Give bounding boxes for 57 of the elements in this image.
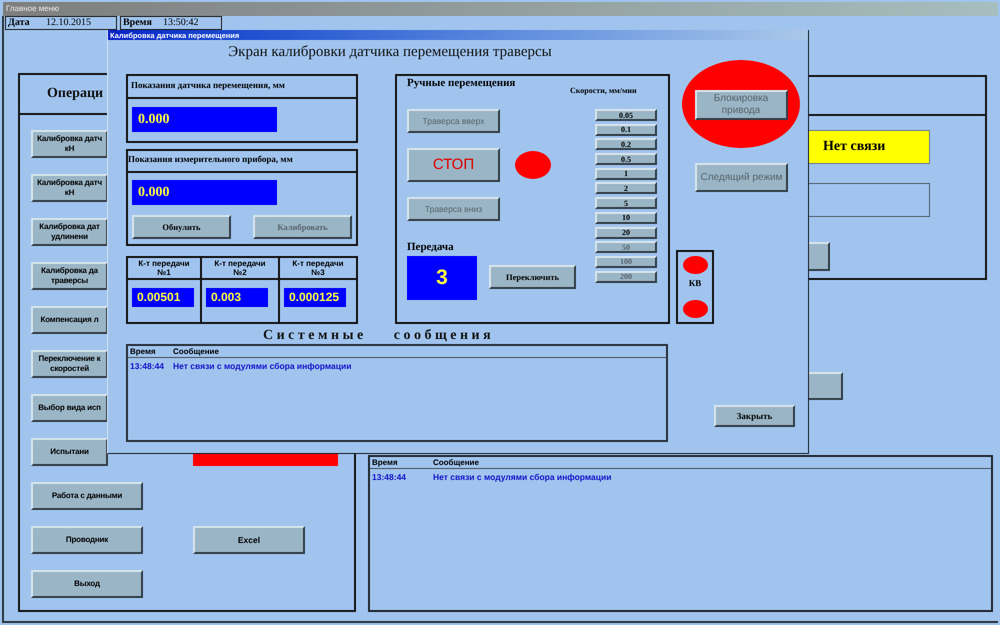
speed-button[interactable]: 0.1: [595, 124, 657, 136]
message-text: Нет связи с модулями сбора информации: [433, 472, 612, 482]
panel-title: Операци: [47, 86, 104, 102]
screen-heading: Экран калибровки датчика перемещения траверсы: [228, 43, 552, 61]
menu-button[interactable]: Калибровка дат удлинени: [31, 218, 108, 246]
gear-label: Передача: [407, 241, 454, 254]
menu-button[interactable]: Испытани: [31, 438, 108, 466]
column-header: К-т передачи №3: [292, 259, 344, 277]
menu-button[interactable]: Выход: [31, 570, 143, 598]
message-time: 13:48:44: [130, 361, 164, 371]
menu-button[interactable]: Калибровка да траверсы: [31, 262, 108, 290]
speed-button[interactable]: 0.5: [595, 153, 657, 166]
value-display: 0.00501: [132, 288, 194, 307]
value-display: 0.003: [206, 288, 268, 307]
value-display: 0.000: [132, 180, 277, 205]
speed-button[interactable]: 1: [595, 168, 657, 180]
gear-display: 3: [407, 256, 477, 300]
close-button[interactable]: Закрыть: [714, 405, 795, 427]
menu-button[interactable]: Выбор вида исп: [31, 394, 108, 422]
speed-button[interactable]: 10: [595, 212, 657, 224]
speed-button[interactable]: 20: [595, 226, 657, 238]
time-label: Время: [123, 17, 152, 29]
status-display: Нет связи: [806, 130, 930, 164]
column-header: Сообщение: [433, 458, 479, 468]
excel-button[interactable]: Excel: [193, 526, 305, 554]
speed-button[interactable]: 0.2: [595, 138, 657, 150]
action-button[interactable]: Обнулить: [132, 215, 231, 239]
panel-title: Показания измерительного прибора, мм: [128, 154, 293, 165]
message-time: 13:48:44: [372, 472, 406, 482]
limit-switch-label: КВ: [688, 278, 702, 289]
speed-button[interactable]: 5: [595, 197, 657, 210]
column-header: К-т передачи №1: [138, 259, 190, 277]
panel-title: Показания датчика перемещения, мм: [131, 80, 285, 91]
message-text: Нет связи с модулями сбора информации: [173, 361, 352, 371]
time-value: 13:50:42: [163, 17, 199, 29]
speed-button[interactable]: 2: [595, 182, 657, 194]
column-header: Время: [130, 346, 156, 356]
menu-button[interactable]: Переключение к скоростей: [31, 350, 108, 378]
menu-button[interactable]: Проводник: [31, 526, 143, 554]
value-display: 0.000: [132, 107, 277, 132]
speeds-label: Скорости, мм/мин: [570, 86, 637, 96]
date-label: Дата: [8, 17, 30, 29]
date-value: 12.10.2015: [46, 17, 91, 29]
menu-button[interactable]: Калибровка датч кН: [31, 174, 108, 202]
column-header: К-т передачи №2: [214, 259, 266, 277]
panel-title: Ручные перемещения: [407, 77, 516, 90]
menu-button[interactable]: Калибровка датч кН: [31, 130, 108, 158]
column-header: Сообщение: [173, 346, 219, 356]
panel-button[interactable]: [806, 372, 843, 400]
menu-button[interactable]: Компенсация л: [31, 306, 108, 334]
section-title: Системные сообщения: [263, 328, 494, 344]
menu-button[interactable]: Работа с данными: [31, 482, 143, 510]
column-header: Время: [372, 458, 398, 468]
value-display: 0.000125: [284, 288, 346, 307]
switch-button[interactable]: Переключить: [489, 265, 576, 289]
window-title: Главное меню: [5, 4, 60, 14]
speed-button[interactable]: 0.05: [595, 109, 657, 121]
